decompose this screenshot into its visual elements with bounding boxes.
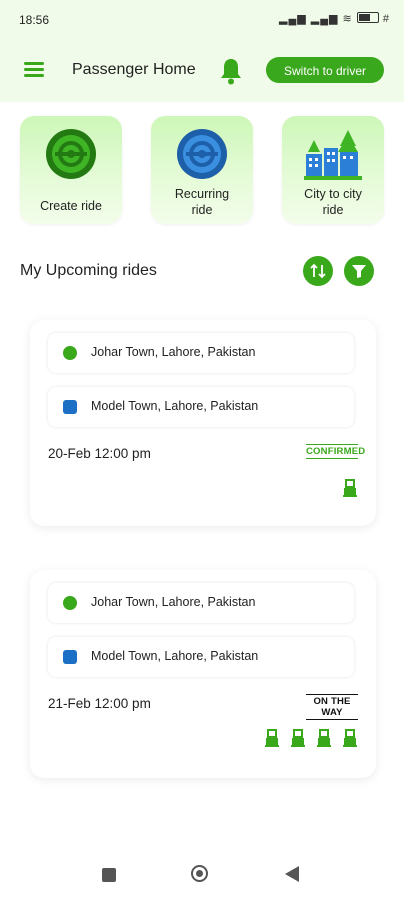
passenger-seat-icon bbox=[291, 729, 305, 747]
recurring-ride-label-2: ride bbox=[191, 203, 213, 217]
app-header: Passenger Home Switch to driver bbox=[0, 40, 404, 102]
pickup-text: Johar Town, Lahore, Pakistan bbox=[91, 595, 256, 609]
switch-to-driver-button[interactable]: Switch to driver bbox=[266, 57, 384, 83]
passenger-seat-icon bbox=[265, 729, 279, 747]
dropoff-location: Model Town, Lahore, Pakistan bbox=[48, 637, 354, 677]
status-badge: CONFIRMED bbox=[306, 444, 366, 459]
ride-date: 20-Feb 12:00 pm bbox=[48, 446, 151, 461]
dropoff-text: Model Town, Lahore, Pakistan bbox=[91, 649, 259, 663]
city-to-city-label-2: ride bbox=[322, 203, 344, 217]
steering-wheel-icon bbox=[46, 129, 96, 179]
city-buildings-icon bbox=[304, 130, 362, 180]
dropoff-square-icon bbox=[63, 400, 77, 414]
dropoff-square-icon bbox=[63, 650, 77, 664]
sort-icon bbox=[310, 263, 326, 279]
battery-icon bbox=[356, 12, 379, 23]
home-button[interactable] bbox=[191, 865, 208, 882]
passenger-seat-icon bbox=[343, 479, 357, 497]
passenger-seat-icon bbox=[343, 729, 357, 747]
back-button[interactable] bbox=[285, 866, 299, 882]
pickup-dot-icon bbox=[63, 596, 77, 610]
upcoming-rides-title: My Upcoming rides bbox=[20, 262, 157, 279]
filter-button[interactable] bbox=[344, 256, 374, 286]
recurring-ride-label-1: Recurring bbox=[174, 187, 230, 201]
pickup-text: Johar Town, Lahore, Pakistan bbox=[91, 345, 256, 359]
city-to-city-card[interactable]: City to city ride bbox=[282, 116, 384, 224]
filter-icon bbox=[352, 265, 366, 278]
create-ride-card[interactable]: Create ride bbox=[20, 116, 122, 224]
recurring-ride-card[interactable]: Recurring ride bbox=[151, 116, 253, 224]
status-extra: # bbox=[382, 13, 390, 25]
status-time: 18:56 bbox=[19, 13, 50, 27]
create-ride-label: Create ride bbox=[40, 199, 102, 213]
city-to-city-label-1: City to city bbox=[304, 187, 362, 201]
sort-button[interactable] bbox=[303, 256, 333, 286]
dropoff-text: Model Town, Lahore, Pakistan bbox=[91, 399, 259, 413]
bell-icon[interactable] bbox=[218, 56, 244, 86]
pickup-location: Johar Town, Lahore, Pakistan bbox=[48, 333, 354, 373]
pickup-dot-icon bbox=[63, 346, 77, 360]
pickup-location: Johar Town, Lahore, Pakistan bbox=[48, 583, 354, 623]
menu-icon[interactable] bbox=[24, 62, 44, 78]
dropoff-location: Model Town, Lahore, Pakistan bbox=[48, 387, 354, 427]
page-title: Passenger Home bbox=[72, 61, 196, 78]
ride-card[interactable]: Johar Town, Lahore, Pakistan Model Town,… bbox=[30, 570, 376, 778]
status-icons: ▂▄▆ ▂▄▆ ≋ # bbox=[279, 12, 390, 25]
steering-wheel-icon bbox=[177, 129, 227, 179]
passenger-seat-icon bbox=[317, 729, 331, 747]
recent-apps-button[interactable] bbox=[102, 868, 116, 882]
ride-card[interactable]: Johar Town, Lahore, Pakistan Model Town,… bbox=[30, 320, 376, 526]
ride-date: 21-Feb 12:00 pm bbox=[48, 696, 151, 711]
status-badge: ON THE WAY bbox=[306, 694, 358, 720]
signal-icons: ▂▄▆ ▂▄▆ ≋ bbox=[278, 13, 353, 25]
status-bar: 18:56 ▂▄▆ ▂▄▆ ≋ # bbox=[0, 0, 404, 40]
